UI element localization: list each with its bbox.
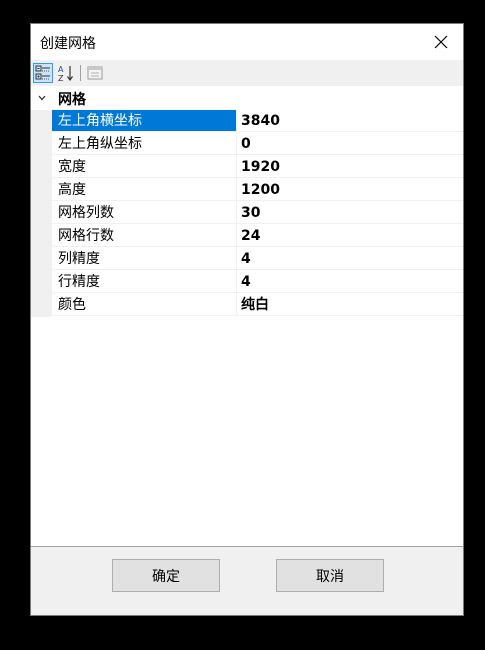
property-row[interactable]: 列精度 4 [31, 248, 463, 271]
property-row[interactable]: 宽度 1920 [31, 156, 463, 179]
svg-text:Z: Z [58, 74, 64, 82]
row-margin [31, 225, 52, 248]
row-margin [31, 202, 52, 225]
category-label: 网格 [58, 92, 86, 108]
row-margin [31, 271, 52, 294]
alphabetical-sort-button[interactable]: A Z [56, 63, 76, 83]
property-row[interactable]: 左上角横坐标 3840 [31, 110, 463, 133]
property-value[interactable]: 24 [237, 225, 463, 247]
close-icon [434, 35, 448, 49]
property-value[interactable]: 1200 [237, 179, 463, 201]
row-margin [31, 248, 52, 271]
property-value[interactable]: 0 [237, 133, 463, 155]
property-value[interactable]: 4 [237, 271, 463, 293]
categorized-view-button[interactable] [33, 63, 53, 83]
property-value[interactable]: 3840 [237, 110, 463, 132]
property-name[interactable]: 左上角纵坐标 [52, 133, 236, 155]
property-name[interactable]: 行精度 [52, 271, 236, 293]
property-row[interactable]: 高度 1200 [31, 179, 463, 202]
property-name[interactable]: 网格列数 [52, 202, 236, 224]
property-name[interactable]: 颜色 [52, 294, 236, 316]
category-row-grid[interactable]: 网格 [31, 86, 463, 110]
property-pages-icon [87, 66, 103, 80]
title-bar: 创建网格 [31, 24, 463, 60]
property-value[interactable]: 4 [237, 248, 463, 270]
property-name[interactable]: 宽度 [52, 156, 236, 178]
row-margin [31, 133, 52, 156]
ok-button[interactable]: 确定 [112, 559, 220, 592]
window-title: 创建网格 [40, 36, 96, 52]
sort-az-icon: A Z [58, 65, 73, 82]
property-name[interactable]: 左上角横坐标 [52, 110, 236, 132]
collapse-toggle[interactable] [34, 90, 50, 106]
property-pages-button[interactable] [85, 63, 105, 83]
property-row[interactable]: 网格列数 30 [31, 202, 463, 225]
close-button[interactable] [419, 24, 463, 60]
row-margin [31, 156, 52, 179]
row-margin [31, 294, 52, 317]
svg-text:A: A [58, 65, 64, 74]
property-toolbar: A Z [31, 60, 463, 86]
create-grid-dialog: 创建网格 A Z 网格 左上角横坐标 3840 左上角纵坐标 0 宽度 1920… [30, 23, 464, 616]
property-row[interactable]: 行精度 4 [31, 271, 463, 294]
chevron-down-icon [38, 95, 46, 101]
property-value[interactable]: 纯白 [237, 294, 463, 316]
property-value[interactable]: 1920 [237, 156, 463, 178]
property-name[interactable]: 高度 [52, 179, 236, 201]
cancel-button[interactable]: 取消 [276, 559, 384, 592]
row-margin [31, 110, 52, 133]
property-row[interactable]: 颜色 纯白 [31, 294, 463, 317]
property-name[interactable]: 列精度 [52, 248, 236, 270]
property-name[interactable]: 网格行数 [52, 225, 236, 247]
property-row[interactable]: 网格行数 24 [31, 225, 463, 248]
row-margin [31, 179, 52, 202]
categorized-icon [35, 65, 50, 80]
toolbar-separator [80, 65, 81, 81]
dialog-footer: 确定 取消 [31, 547, 463, 615]
property-grid: 网格 左上角横坐标 3840 左上角纵坐标 0 宽度 1920 高度 1200 [31, 86, 463, 547]
property-value[interactable]: 30 [237, 202, 463, 224]
property-row[interactable]: 左上角纵坐标 0 [31, 133, 463, 156]
